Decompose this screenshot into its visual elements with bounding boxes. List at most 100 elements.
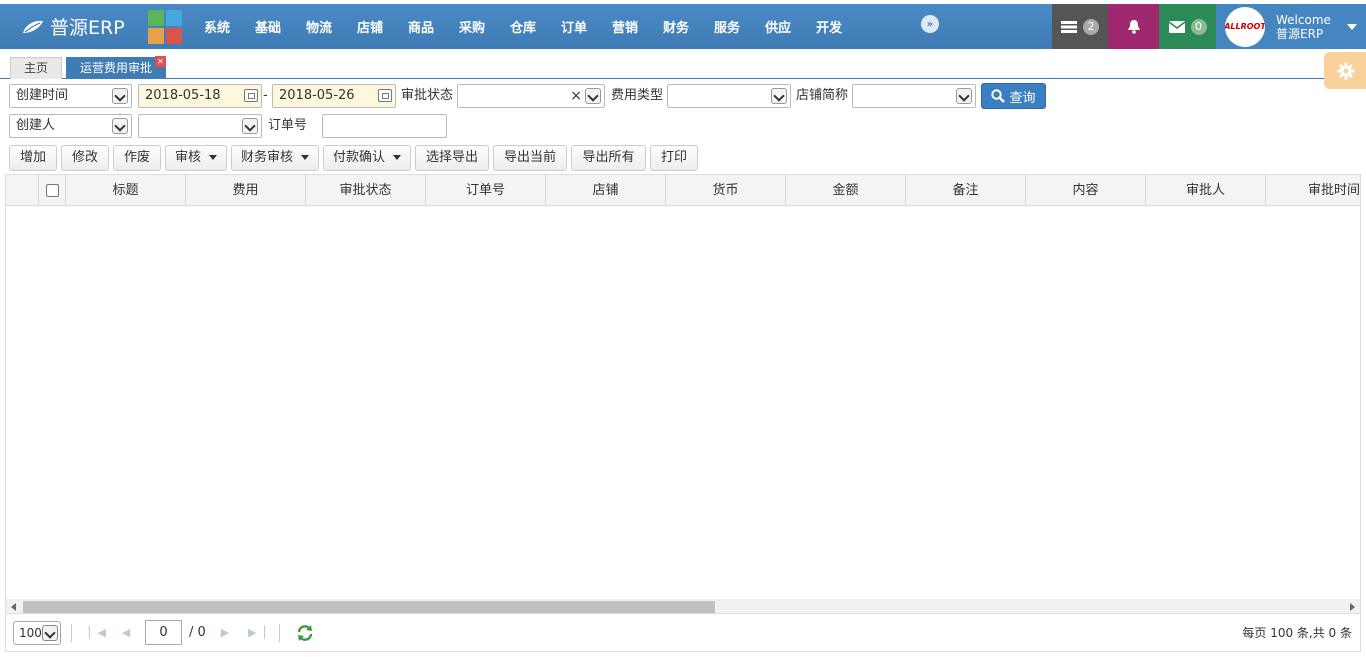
chevron-down-icon[interactable]: [112, 88, 128, 104]
nav-item-logistics[interactable]: 物流: [304, 17, 355, 36]
date-from-input[interactable]: 2018-05-18: [138, 84, 262, 108]
welcome-label: Welcome: [1276, 12, 1331, 27]
chevron-down-icon[interactable]: [585, 88, 601, 104]
caret-down-icon: [209, 155, 217, 160]
page-size-select[interactable]: 100: [13, 621, 61, 645]
print-button[interactable]: 打印: [650, 145, 698, 171]
tasks-badge: 2: [1083, 18, 1099, 35]
settings-button[interactable]: [1324, 52, 1366, 89]
chevron-down-icon[interactable]: [956, 88, 972, 104]
export-current-button[interactable]: 导出当前: [493, 145, 567, 171]
date-from-value: 2018-05-18: [145, 88, 221, 103]
column-header-currency[interactable]: 货币: [666, 175, 786, 206]
column-header-approver[interactable]: 审批人: [1146, 175, 1266, 206]
pager-divider: [279, 624, 280, 642]
chevron-down-icon[interactable]: [112, 118, 128, 134]
fee-type-label: 费用类型: [611, 88, 664, 103]
data-grid: 标题 费用 审批状态 订单号 店铺 货币 金额 备注 内容 审批人 审批时间: [5, 174, 1361, 614]
notifications-button[interactable]: [1108, 4, 1159, 49]
finance-audit-dropdown-button[interactable]: 财务审核: [231, 145, 319, 171]
top-navbar: 普源ERP 系统 基础 物流 店铺 商品 采购 仓库 订单 营销 财务 服务 供…: [0, 4, 1366, 49]
search-icon: [991, 89, 1006, 103]
avatar-logo-text: ALLROOT: [1225, 22, 1265, 31]
avatar: ALLROOT: [1225, 6, 1265, 47]
refresh-icon[interactable]: [296, 624, 314, 642]
date-range-separator: -: [263, 88, 268, 103]
column-header-remark[interactable]: 备注: [906, 175, 1026, 206]
caret-down-icon: [301, 155, 309, 160]
pager-divider: [71, 624, 72, 642]
first-page-icon[interactable]: ▏◀: [89, 626, 106, 640]
date-field-select[interactable]: 创建时间: [9, 84, 132, 108]
nav-item-system[interactable]: 系统: [202, 17, 253, 36]
edit-button[interactable]: 修改: [61, 145, 109, 171]
envelope-icon: [1168, 20, 1185, 33]
column-header-amount[interactable]: 金额: [786, 175, 906, 206]
add-button[interactable]: 增加: [9, 145, 57, 171]
person-value-select[interactable]: [138, 114, 262, 138]
nav-item-develop[interactable]: 开发: [814, 17, 865, 36]
date-to-input[interactable]: 2018-05-26: [272, 84, 396, 108]
nav-item-warehouse[interactable]: 仓库: [508, 17, 559, 36]
nav-item-service[interactable]: 服务: [712, 17, 763, 36]
page-number-input[interactable]: 0: [145, 620, 182, 645]
nav-more-icon[interactable]: »: [921, 15, 939, 33]
scroll-right-icon[interactable]: [1350, 603, 1355, 611]
tab-home[interactable]: 主页: [10, 57, 62, 79]
user-greeting: Welcome 普源ERP: [1276, 13, 1331, 41]
query-button[interactable]: 查询: [981, 83, 1046, 109]
nav-item-basic[interactable]: 基础: [253, 17, 304, 36]
clear-icon[interactable]: ×: [570, 85, 582, 107]
app-logo[interactable]: 普源ERP: [22, 13, 140, 40]
nav-item-products[interactable]: 商品: [406, 17, 457, 36]
tab-operating-expense-approval[interactable]: 运营费用审批 ✕: [66, 56, 166, 79]
fee-type-select[interactable]: [667, 84, 791, 108]
date-field-value: 创建时间: [16, 88, 69, 103]
column-header-title[interactable]: 标题: [66, 175, 186, 206]
calendar-icon[interactable]: [244, 89, 258, 102]
void-button[interactable]: 作废: [113, 145, 161, 171]
scrollbar-thumb[interactable]: [23, 601, 715, 613]
nav-item-purchasing[interactable]: 采购: [457, 17, 508, 36]
nav-item-supply[interactable]: 供应: [763, 17, 814, 36]
horizontal-scrollbar[interactable]: [6, 599, 1360, 613]
user-menu[interactable]: ALLROOT Welcome 普源ERP: [1216, 4, 1366, 49]
last-page-icon[interactable]: ▶▕: [248, 626, 265, 640]
page-tabs: 主页 运营费用审批 ✕: [0, 55, 1366, 79]
store-select[interactable]: [852, 84, 976, 108]
chevron-down-icon[interactable]: [42, 625, 58, 641]
nav-item-finance[interactable]: 财务: [661, 17, 712, 36]
pagination-summary: 每页 100 条,共 0 条: [1242, 626, 1352, 640]
column-header-order-no[interactable]: 订单号: [426, 175, 546, 206]
column-header-fee[interactable]: 费用: [186, 175, 306, 206]
chevron-down-icon[interactable]: [771, 88, 787, 104]
select-all-checkbox[interactable]: [46, 184, 59, 197]
column-header-content[interactable]: 内容: [1026, 175, 1146, 206]
person-field-select[interactable]: 创建人: [9, 114, 132, 138]
chevron-down-icon[interactable]: [242, 118, 258, 134]
close-icon[interactable]: ✕: [155, 56, 166, 67]
payment-confirm-dropdown-button[interactable]: 付款确认: [323, 145, 411, 171]
approval-status-select[interactable]: ×: [457, 84, 605, 108]
tasks-button[interactable]: 2: [1052, 4, 1108, 49]
export-all-button[interactable]: 导出所有: [571, 145, 646, 171]
user-caret-icon[interactable]: [1346, 23, 1357, 30]
prev-page-icon[interactable]: ◀: [119, 626, 133, 640]
date-to-value: 2018-05-26: [279, 88, 355, 103]
column-header-approval-time[interactable]: 审批时间: [1266, 175, 1360, 206]
nav-item-marketing[interactable]: 营销: [610, 17, 661, 36]
scroll-left-icon[interactable]: [11, 603, 16, 611]
query-button-label: 查询: [1009, 90, 1036, 106]
nav-item-stores[interactable]: 店铺: [355, 17, 406, 36]
next-page-icon[interactable]: ▶: [218, 626, 232, 640]
nav-item-orders[interactable]: 订单: [559, 17, 610, 36]
column-header-approval-status[interactable]: 审批状态: [306, 175, 426, 206]
column-header-store[interactable]: 店铺: [546, 175, 666, 206]
app-grid-icon[interactable]: [148, 9, 182, 44]
export-selected-button[interactable]: 选择导出: [415, 145, 489, 171]
tasks-icon: [1061, 20, 1077, 33]
audit-dropdown-button[interactable]: 审核: [165, 145, 227, 171]
order-no-input[interactable]: [322, 114, 447, 138]
calendar-icon[interactable]: [378, 89, 392, 102]
messages-button[interactable]: 0: [1159, 4, 1216, 49]
